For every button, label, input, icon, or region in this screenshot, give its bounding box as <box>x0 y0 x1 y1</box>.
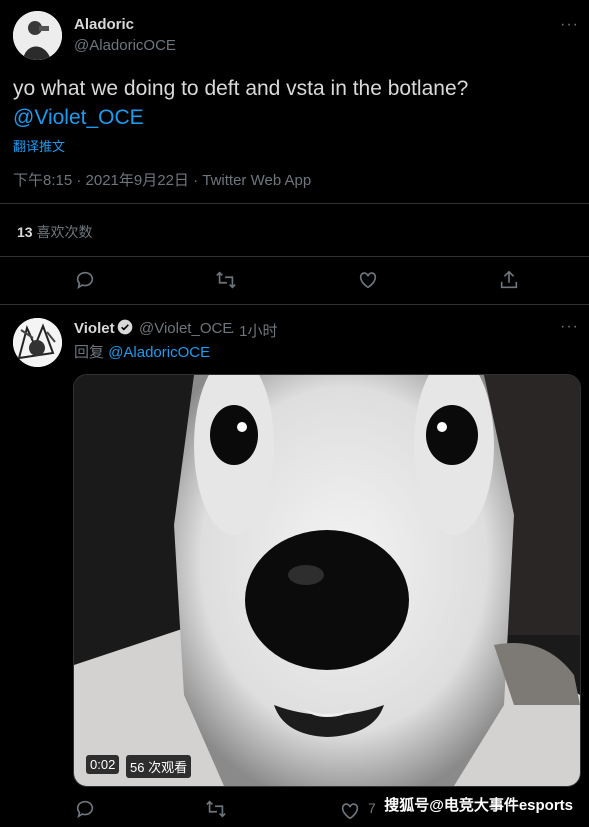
mention-link[interactable]: @Violet_OCE <box>13 106 144 129</box>
author-handle[interactable]: @AladoricOCE <box>74 37 176 54</box>
verified-icon <box>117 319 133 335</box>
translate-link[interactable]: 翻译推文 <box>13 136 65 155</box>
avatar-violet[interactable] <box>13 318 62 367</box>
reply-prefix: 回复 <box>74 344 105 361</box>
video-views-badge: 56 次观看 <box>126 755 192 778</box>
reply-like-count: 7 <box>368 800 376 816</box>
likes-stat[interactable]: 13 喜欢次数 <box>17 222 92 242</box>
watermark: 搜狐号@电竞大事件esports <box>384 797 573 814</box>
avatar-aladoric[interactable] <box>13 11 62 60</box>
retweet-icon[interactable] <box>205 798 229 822</box>
reply-icon[interactable] <box>74 269 98 293</box>
tweet-body: yo what we doing to deft and vsta in the… <box>13 74 573 132</box>
retweet-icon[interactable] <box>215 269 239 293</box>
reply-author-name[interactable]: Violet <box>74 320 115 337</box>
reply-to-link[interactable]: @AladoricOCE <box>108 344 210 361</box>
likes-count: 13 <box>17 224 33 240</box>
likes-label: 喜欢次数 <box>36 224 93 240</box>
more-icon[interactable]: ··· <box>560 318 579 336</box>
share-icon[interactable] <box>498 269 522 293</box>
divider <box>0 203 589 204</box>
reply-author-handle[interactable]: @Violet_OCE <box>139 320 232 337</box>
avatar-image <box>13 11 62 60</box>
dog-video-frame <box>74 375 580 786</box>
like-icon[interactable] <box>339 800 363 824</box>
video-time-badge: 0:02 <box>86 755 120 774</box>
tweet-text: yo what we doing to deft and vsta in the… <box>13 77 469 100</box>
divider <box>0 256 589 257</box>
more-icon[interactable]: ··· <box>560 16 579 34</box>
video-player[interactable]: 0:02 56 次观看 <box>73 374 581 787</box>
like-icon[interactable] <box>357 269 381 293</box>
author-name[interactable]: Aladoric <box>74 16 134 33</box>
reply-icon[interactable] <box>74 798 98 822</box>
reply-to-line: 回复 @AladoricOCE <box>74 341 210 362</box>
tweet-timestamp[interactable]: 下午8:15 · 2021年9月22日 · Twitter Web App <box>13 169 311 190</box>
divider <box>0 304 589 305</box>
reply-time[interactable]: · 1小时 <box>230 320 278 341</box>
avatar-image <box>13 318 62 367</box>
